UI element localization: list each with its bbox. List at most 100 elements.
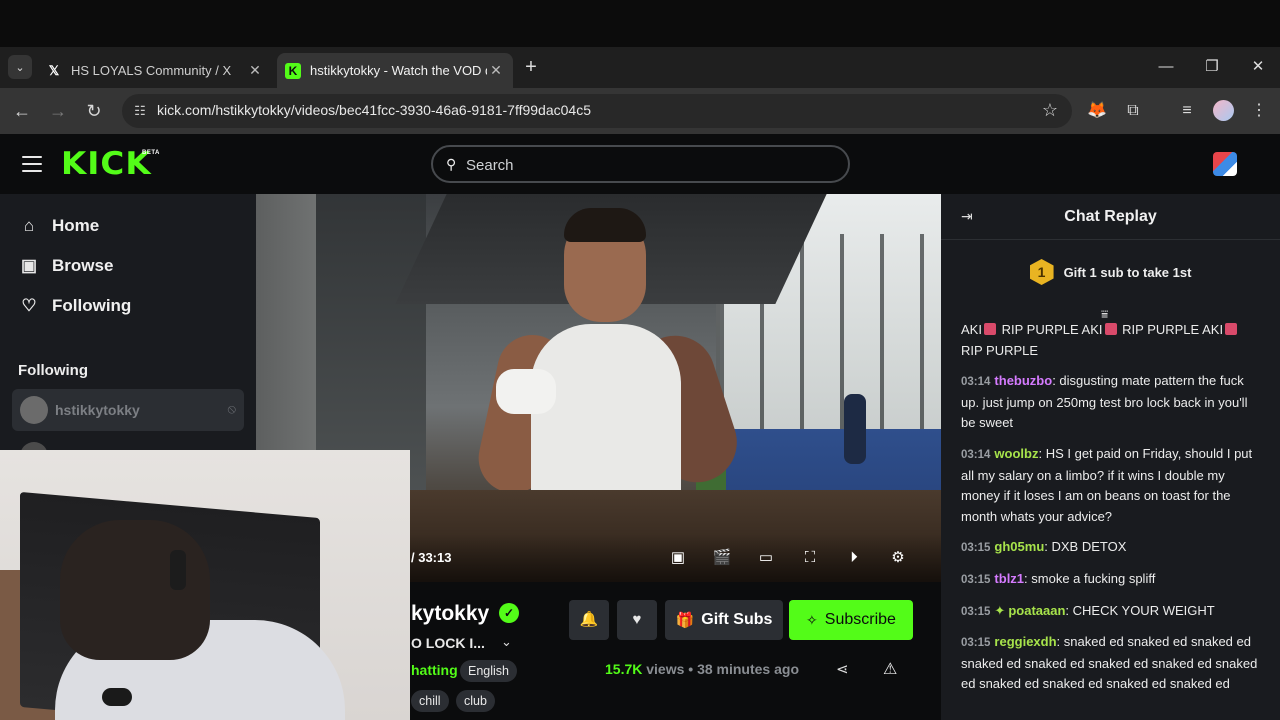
extensions-puzzle-icon[interactable]: ⧉ [1122, 100, 1144, 122]
tag-chill[interactable]: chill [411, 690, 449, 712]
metamask-fox-icon[interactable]: 🦊 [1086, 100, 1108, 122]
rank-badge: 1 [1029, 259, 1054, 285]
gift-banner-text: Gift 1 sub to take 1st [1063, 264, 1192, 280]
theater-mode-icon[interactable]: ▭ [756, 548, 776, 568]
tab-label: hstikkytokky - Watch the VOD d [310, 63, 487, 78]
user-menu-avatar[interactable] [1213, 152, 1237, 176]
gift-subs-label: Gift Subs [701, 611, 773, 628]
kick-header: KICK BETA ⚲ Search [0, 134, 1280, 194]
chat-username[interactable]: thebuzbo [994, 373, 1052, 388]
new-tab-plus-icon[interactable]: + [520, 55, 542, 79]
browser-toolbar: ← → ↻ ☷ kick.com/hstikkytokky/videos/bec… [0, 88, 1280, 134]
browse-icon: ▣ [20, 256, 38, 275]
webcam-scene-head [60, 520, 210, 660]
subscribe-button[interactable]: ✧ Subscribe [789, 600, 913, 640]
hamburger-menu-icon[interactable] [22, 156, 42, 172]
clip-icon[interactable]: 🎬 [712, 548, 732, 568]
chat-message: 03:15 tblz1: smoke a fucking spliff [961, 570, 1156, 586]
chat-message: 03:14 woolbz: HS I get paid on Friday, sh… [961, 445, 1253, 524]
media-controls-icon[interactable]: ≡ [1176, 100, 1198, 122]
webcam-overlay [0, 450, 410, 720]
sparkle-badge-icon: ✦ [994, 602, 1006, 618]
home-icon: ⌂ [23, 216, 35, 235]
chat-username[interactable]: poataaan [1008, 603, 1065, 618]
address-bar[interactable]: ☷ kick.com/hstikkytokky/videos/bec41fcc-… [122, 94, 1072, 128]
chat-message: 03:15 gh05mu: DXB DETOX [961, 539, 1127, 555]
message-timestamp: 03:15 [961, 605, 991, 618]
tab-kick-vod[interactable]: K hstikkytokky - Watch the VOD d ✕ [277, 53, 513, 88]
reload-icon[interactable]: ↻ [81, 98, 107, 124]
close-icon[interactable]: ✕ [246, 62, 264, 79]
sidebar-item-home[interactable]: ⌂ Home [18, 212, 99, 240]
search-icon: ⚲ [446, 156, 457, 172]
following-heading: Following [18, 362, 88, 379]
emote-icon [983, 323, 996, 335]
chat-message: 03:15 ✦ poataaan: CHECK YOUR WEIGHT [961, 602, 1215, 618]
search-input[interactable]: ⚲ Search [431, 145, 850, 183]
sidebar-item-following[interactable]: ♡ Following [18, 292, 131, 320]
notification-bell-button[interactable]: 🔔 [569, 600, 609, 640]
chat-username[interactable]: tblz1 [994, 571, 1024, 586]
back-arrow-icon[interactable]: ← [9, 98, 35, 124]
report-warning-icon[interactable]: ⚠ [883, 659, 897, 679]
chat-username[interactable]: gh05mu [994, 539, 1044, 554]
tag-club[interactable]: club [456, 690, 495, 712]
chat-message: 03:14 thebuzbo: disgusting mate pattern t… [961, 373, 1248, 431]
follow-heart-button[interactable]: ♥ [617, 600, 657, 640]
chat-panel: ⇥ Chat Replay 1 Gift 1 sub to take 1st ⩸… [941, 194, 1280, 720]
gift-subs-button[interactable]: 🎁 Gift Subs [665, 600, 783, 640]
tab-hs-loyals[interactable]: 𝕏 HS LOYALS Community / X ✕ [38, 53, 272, 88]
views-number: 15.7K [605, 661, 643, 677]
webcam-scene-headset [170, 550, 186, 590]
restore-icon[interactable]: ❐ [1201, 55, 1223, 79]
miniplayer-icon[interactable]: ▣ [668, 548, 688, 568]
followed-channel-row[interactable]: hstikkytokky ⦸ [12, 389, 244, 431]
chat-username[interactable]: woolbz [994, 446, 1038, 461]
search-placeholder: Search [466, 157, 514, 174]
upload-age: 38 minutes ago [697, 661, 799, 677]
message-timestamp: 03:15 [961, 542, 991, 555]
settings-gear-icon[interactable]: ⚙ [888, 548, 908, 568]
message-text: DXB DETOX [1051, 539, 1127, 555]
subscribe-label: Subscribe [824, 611, 896, 628]
close-icon[interactable]: ✕ [487, 62, 505, 79]
message-text: RIP PURPLE AKI [1001, 322, 1103, 337]
chat-username[interactable]: reggiexdh [994, 634, 1056, 649]
category-link[interactable]: hatting [411, 662, 458, 678]
x-logo-icon: 𝕏 [48, 62, 60, 78]
browser-menu-icon[interactable]: ⋮ [1248, 100, 1270, 122]
message-timestamp: 03:14 [961, 448, 991, 461]
chevron-down-icon[interactable]: ⌄ [501, 634, 512, 650]
sidebar-item-browse[interactable]: ▣ Browse [18, 252, 113, 280]
autoplay-icon[interactable]: ⏵ [844, 548, 864, 568]
offline-icon: ⦸ [227, 401, 236, 416]
message-text: CHECK YOUR WEIGHT [1072, 602, 1215, 618]
chat-message: AKI RIP PURPLE AKI RIP PURPLE AKI RIP PU… [961, 320, 1261, 361]
screen: ⌄ 𝕏 HS LOYALS Community / X ✕ K hstikkyt… [0, 0, 1280, 720]
sidebar-item-label: Browse [52, 256, 114, 275]
forward-arrow-icon[interactable]: → [45, 98, 71, 124]
profile-avatar[interactable] [1213, 100, 1234, 121]
gift-leaderboard-banner[interactable]: 1 Gift 1 sub to take 1st [941, 256, 1280, 288]
minimize-icon[interactable]: — [1155, 55, 1177, 79]
tab-search-chevron-icon[interactable]: ⌄ [8, 55, 32, 79]
site-info-icon[interactable]: ☷ [131, 102, 149, 120]
kick-logo[interactable]: KICK [61, 146, 152, 182]
top-black-band [0, 0, 1280, 47]
emote-icon [1225, 323, 1238, 335]
beta-badge: BETA [142, 150, 160, 156]
tag-language[interactable]: English [460, 660, 517, 682]
gift-icon: 🎁 [675, 612, 695, 629]
video-scene-hand [496, 369, 556, 414]
close-window-icon[interactable]: ✕ [1247, 55, 1269, 79]
chat-message: 03:15 reggiexdh: snaked ed snaked ed snak… [961, 634, 1258, 692]
message-text: RIP PURPLE [961, 342, 1039, 358]
message-timestamp: 03:15 [961, 637, 991, 650]
stream-title: O LOCK I... [411, 635, 485, 651]
fullscreen-icon[interactable]: ⛶ [800, 548, 820, 568]
share-icon[interactable]: ⋖ [836, 660, 849, 678]
video-scene-person [531, 324, 681, 494]
bookmark-star-icon[interactable]: ☆ [1042, 100, 1058, 121]
message-text: AKI [961, 322, 982, 337]
channel-name[interactable]: kytokky [411, 602, 489, 626]
